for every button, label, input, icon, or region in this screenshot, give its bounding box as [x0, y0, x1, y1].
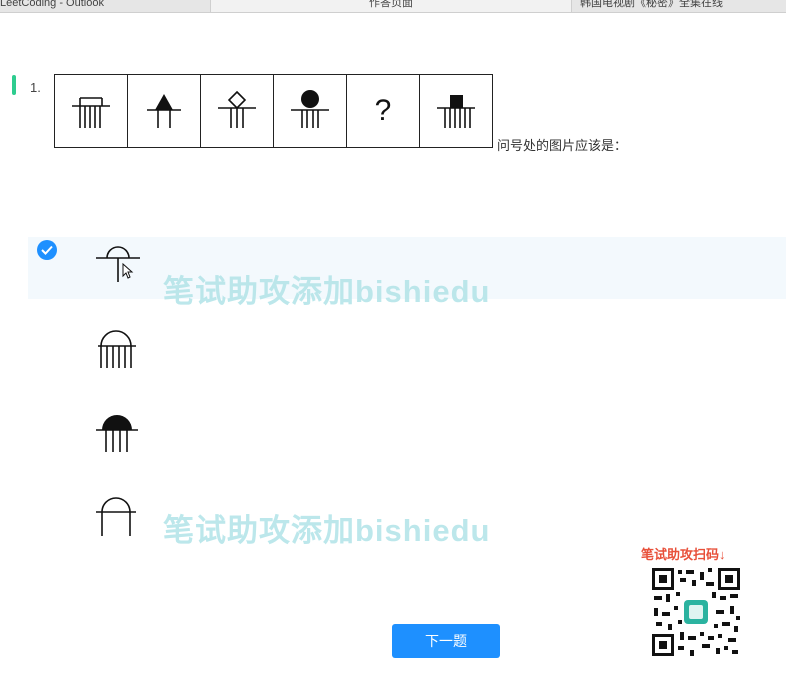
comb-figure	[72, 97, 110, 128]
question-number: 1.	[30, 80, 41, 95]
watermark-text: 笔试助攻添加bishiedu	[163, 513, 491, 548]
question-text: 问号处的图片应该是：	[497, 138, 628, 153]
sequence-cell-triangle	[128, 75, 201, 147]
sequence-cell-unknown: ?	[347, 75, 420, 147]
figure-sequence: ?	[54, 74, 493, 148]
check-icon	[37, 240, 57, 260]
filled-dome-figure	[96, 415, 138, 452]
question-marker	[12, 75, 16, 95]
browser-tab-bar: LeetCoding - Outlook 作答页面 韩国电视剧《秘密》全集在线	[0, 0, 786, 13]
watermark-text: 笔试助攻添加bishiedu	[163, 274, 491, 309]
diamond-figure	[218, 90, 256, 128]
sequence-cell-circle	[274, 75, 347, 147]
qr-code[interactable]	[650, 566, 742, 658]
option-a[interactable]	[92, 240, 144, 292]
sequence-cell-square	[420, 75, 492, 147]
browser-tab-active[interactable]: 作答页面	[210, 0, 572, 12]
arch-comb-figure	[98, 330, 136, 368]
triangle-figure	[147, 94, 181, 128]
option-b[interactable]	[92, 326, 144, 378]
next-question-button[interactable]: 下一题	[392, 624, 500, 658]
option-d[interactable]	[92, 490, 144, 542]
browser-tab-right[interactable]: 韩国电视剧《秘密》全集在线	[580, 0, 786, 12]
promo-text: 笔试助攻扫码↓	[641, 547, 726, 562]
option-c[interactable]	[92, 408, 144, 460]
question-mark: ?	[374, 94, 392, 127]
square-figure	[437, 95, 475, 128]
sequence-cell-comb	[55, 75, 128, 147]
sequence-cell-diamond	[201, 75, 274, 147]
circle-figure	[291, 90, 329, 128]
arch-legs-figure	[96, 497, 136, 536]
cursor-icon	[122, 262, 134, 279]
browser-tab-left[interactable]: LeetCoding - Outlook	[0, 0, 200, 12]
half-circle-figure	[96, 246, 140, 282]
